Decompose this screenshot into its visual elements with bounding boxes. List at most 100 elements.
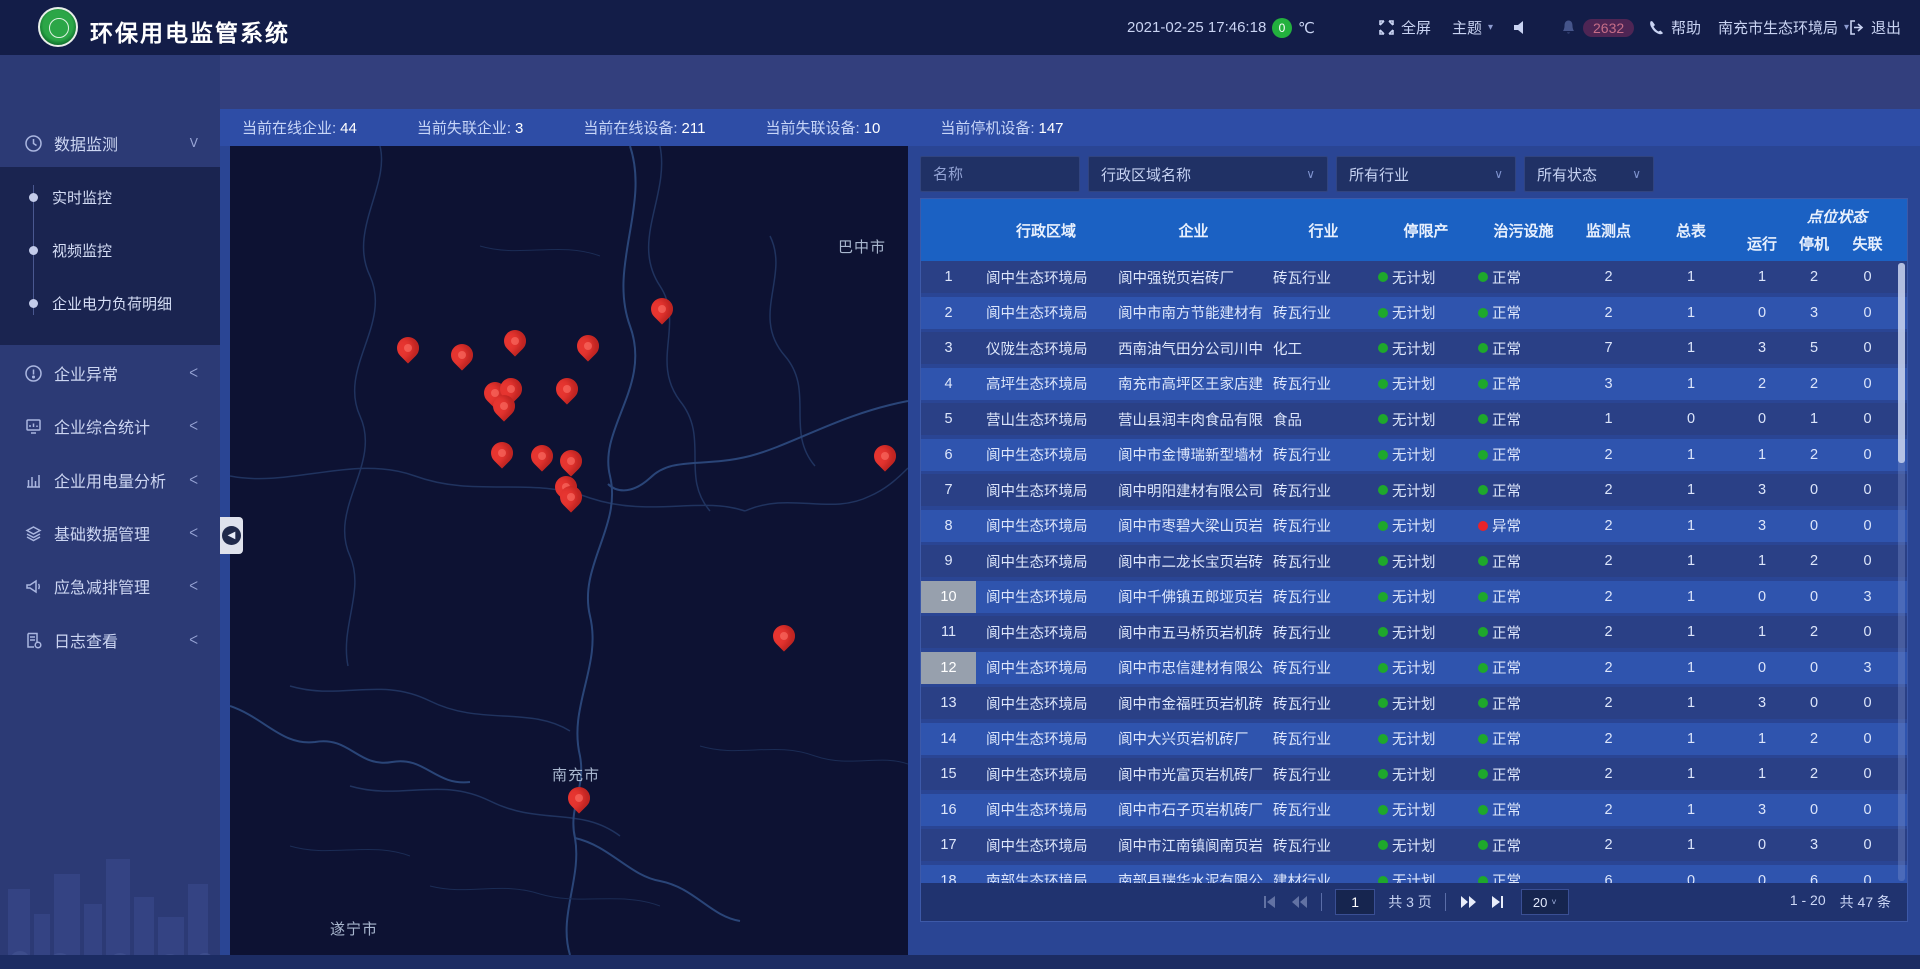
layers-icon bbox=[24, 524, 43, 543]
sidebar-item-log-view[interactable]: 日志查看 ᐸ bbox=[0, 618, 220, 662]
row-stop-count: 5 bbox=[1788, 332, 1840, 364]
sidebar-item-realtime-monitor[interactable]: 实时监控 bbox=[0, 182, 220, 212]
region-select[interactable]: 行政区域名称 ∨ bbox=[1088, 156, 1328, 192]
status-select[interactable]: 所有状态 ∨ bbox=[1524, 156, 1654, 192]
row-lost-count: 3 bbox=[1840, 652, 1895, 684]
row-company: 南充市高坪区王家店建 bbox=[1116, 368, 1271, 400]
row-region: 阆中生态环境局 bbox=[976, 581, 1116, 613]
status-dot-icon bbox=[1378, 876, 1388, 884]
tab-bar bbox=[220, 55, 1920, 109]
current-page-input[interactable]: 1 bbox=[1335, 889, 1375, 915]
org-label: 南充市生态环境局 bbox=[1718, 17, 1838, 38]
table-row[interactable]: 8阆中生态环境局阆中市枣碧大梁山页岩砖瓦行业无计划异常21300 bbox=[921, 510, 1907, 542]
table-row[interactable]: 10阆中生态环境局阆中千佛镇五郎垭页岩砖瓦行业无计划正常21003 bbox=[921, 581, 1907, 613]
sidebar-item-power-analysis[interactable]: 企业用电量分析 ᐸ bbox=[0, 458, 220, 502]
row-industry: 砖瓦行业 bbox=[1271, 687, 1376, 719]
row-industry: 砖瓦行业 bbox=[1271, 474, 1376, 506]
table-row[interactable]: 15阆中生态环境局阆中市光富页岩机砖厂砖瓦行业无计划正常21120 bbox=[921, 758, 1907, 790]
datetime-text: 2021-02-25 17:46:18 bbox=[1127, 19, 1266, 36]
row-seq: 5 bbox=[921, 403, 976, 435]
row-monitor-count: 2 bbox=[1571, 297, 1646, 329]
status-dot-icon bbox=[1478, 805, 1488, 815]
col-facility: 治污设施 bbox=[1476, 199, 1571, 261]
row-run-count: 3 bbox=[1736, 510, 1788, 542]
status-dot-icon bbox=[1478, 308, 1488, 318]
row-meter-count: 1 bbox=[1646, 439, 1736, 471]
logout-button[interactable]: 退出 bbox=[1848, 0, 1901, 55]
table-row[interactable]: 11阆中生态环境局阆中市五马桥页岩机砖砖瓦行业无计划正常21120 bbox=[921, 616, 1907, 648]
table-row[interactable]: 17阆中生态环境局阆中市江南镇阆南页岩砖瓦行业无计划正常21030 bbox=[921, 829, 1907, 861]
row-run-count: 0 bbox=[1736, 297, 1788, 329]
row-monitor-count: 2 bbox=[1571, 829, 1646, 861]
table-row[interactable]: 18南部生态环境局南部县瑞华水泥有限公建材行业无计划正常60060 bbox=[921, 865, 1907, 884]
row-limit-status: 无计划 bbox=[1376, 332, 1476, 364]
stat-online-companies: 当前在线企业:44 bbox=[242, 117, 357, 138]
previous-page-button[interactable] bbox=[1290, 894, 1308, 910]
name-search-input-box[interactable] bbox=[920, 156, 1080, 192]
page-size-select[interactable]: 20 ˅ bbox=[1521, 889, 1569, 915]
row-company: 阆中明阳建材有限公司 bbox=[1116, 474, 1271, 506]
map-panel[interactable]: 巴中市南充市遂宁市 bbox=[230, 146, 908, 955]
row-seq: 15 bbox=[921, 758, 976, 790]
scrollbar-thumb[interactable] bbox=[1898, 263, 1905, 463]
stats-bar: 当前在线企业:44 当前失联企业:3 当前在线设备:211 当前失联设备:10 … bbox=[220, 109, 1920, 146]
mute-button[interactable] bbox=[1512, 0, 1529, 55]
row-lost-count: 0 bbox=[1840, 368, 1895, 400]
notifications[interactable]: 2632 bbox=[1560, 0, 1634, 55]
status-dot-icon bbox=[1378, 592, 1388, 602]
row-limit-status: 无计划 bbox=[1376, 581, 1476, 613]
sidebar-item-data-monitoring[interactable]: 数据监测 ᐯ bbox=[0, 121, 220, 165]
row-industry: 砖瓦行业 bbox=[1271, 829, 1376, 861]
table-row[interactable]: 12阆中生态环境局阆中市忠信建材有限公砖瓦行业无计划正常21003 bbox=[921, 652, 1907, 684]
fullscreen-button[interactable]: 全屏 bbox=[1378, 0, 1431, 55]
sidebar-item-emergency-reduction[interactable]: 应急减排管理 ᐸ bbox=[0, 564, 220, 608]
help-button[interactable]: 帮助 bbox=[1648, 0, 1701, 55]
table-row[interactable]: 14阆中生态环境局阆中大兴页岩机砖厂砖瓦行业无计划正常21120 bbox=[921, 723, 1907, 755]
sidebar-item-company-anomaly[interactable]: 企业异常 ᐸ bbox=[0, 351, 220, 395]
table-scrollbar[interactable] bbox=[1898, 263, 1905, 881]
row-company: 阆中市忠信建材有限公 bbox=[1116, 652, 1271, 684]
status-dot-icon bbox=[1478, 379, 1488, 389]
status-dot-icon bbox=[1378, 308, 1388, 318]
table-row[interactable]: 3仪陇生态环境局西南油气田分公司川中化工无计划正常71350 bbox=[921, 332, 1907, 364]
table-row[interactable]: 9阆中生态环境局阆中市二龙长宝页岩砖砖瓦行业无计划正常21120 bbox=[921, 545, 1907, 577]
table-row[interactable]: 6阆中生态环境局阆中市金博瑞新型墙材砖瓦行业无计划正常21120 bbox=[921, 439, 1907, 471]
row-meter-count: 1 bbox=[1646, 687, 1736, 719]
fullscreen-icon bbox=[1378, 19, 1395, 36]
table-row[interactable]: 16阆中生态环境局阆中市石子页岩机砖厂砖瓦行业无计划正常21300 bbox=[921, 794, 1907, 826]
status-dot-icon bbox=[1478, 521, 1488, 531]
table-row[interactable]: 5营山生态环境局营山县润丰肉食品有限食品无计划正常10010 bbox=[921, 403, 1907, 435]
col-region: 行政区域 bbox=[976, 199, 1116, 261]
chart-icon bbox=[24, 471, 43, 490]
industry-select[interactable]: 所有行业 ∨ bbox=[1336, 156, 1516, 192]
table-row[interactable]: 4高坪生态环境局南充市高坪区王家店建砖瓦行业无计划正常31220 bbox=[921, 368, 1907, 400]
row-company: 阆中大兴页岩机砖厂 bbox=[1116, 723, 1271, 755]
first-page-button[interactable] bbox=[1259, 894, 1277, 910]
total-label: 共 47 条 bbox=[1840, 892, 1891, 912]
row-stop-count: 2 bbox=[1788, 545, 1840, 577]
sidebar-item-video-monitor[interactable]: 视频监控 bbox=[0, 235, 220, 265]
theme-menu[interactable]: 主题 ▾ bbox=[1452, 0, 1493, 55]
table-row[interactable]: 2阆中生态环境局阆中市南方节能建材有砖瓦行业无计划正常21030 bbox=[921, 297, 1907, 329]
row-industry: 砖瓦行业 bbox=[1271, 581, 1376, 613]
sidebar-collapse-handle[interactable]: ◀ bbox=[220, 517, 243, 554]
divider bbox=[1445, 893, 1446, 911]
sidebar-item-power-load-detail[interactable]: 企业电力负荷明细 bbox=[0, 288, 220, 318]
row-limit-status: 无计划 bbox=[1376, 439, 1476, 471]
table-row[interactable]: 13阆中生态环境局阆中市金福旺页岩机砖砖瓦行业无计划正常21300 bbox=[921, 687, 1907, 719]
stats-icon bbox=[24, 417, 43, 436]
table-row[interactable]: 7阆中生态环境局阆中明阳建材有限公司砖瓦行业无计划正常21300 bbox=[921, 474, 1907, 506]
search-input[interactable] bbox=[933, 166, 1067, 183]
pagination-bar: 1 共 3 页 20 ˅ 1 - 20 共 47 条 bbox=[921, 883, 1907, 921]
row-lost-count: 0 bbox=[1840, 403, 1895, 435]
sidebar-item-base-data[interactable]: 基础数据管理 ᐸ bbox=[0, 511, 220, 555]
chevron-down-icon: ∨ bbox=[1306, 167, 1315, 181]
next-page-button[interactable] bbox=[1459, 894, 1477, 910]
org-menu[interactable]: 南充市生态环境局 ▾ bbox=[1718, 0, 1849, 55]
chevron-left-icon: ᐸ bbox=[189, 366, 198, 380]
last-page-button[interactable] bbox=[1490, 894, 1508, 910]
col-group-point-status: 点位状态 bbox=[1807, 206, 1867, 227]
table-row[interactable]: 1阆中生态环境局阆中强锐页岩砖厂砖瓦行业无计划正常21120 bbox=[921, 261, 1907, 293]
sidebar-item-company-statistics[interactable]: 企业综合统计 ᐸ bbox=[0, 404, 220, 448]
status-dot-icon bbox=[1378, 627, 1388, 637]
